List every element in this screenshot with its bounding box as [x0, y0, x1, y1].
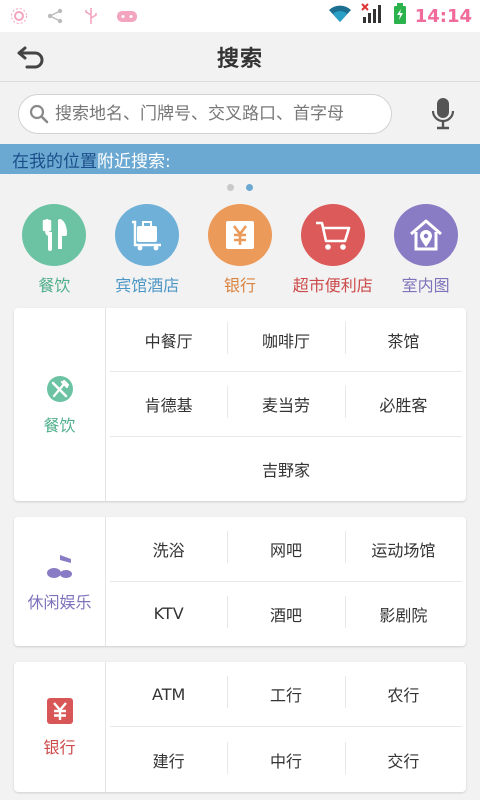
grid-row: ATM 工行 农行	[110, 662, 462, 727]
section-bank: 银行 ATM 工行 农行 建行 中行 交行	[14, 662, 466, 792]
voice-search-button[interactable]	[428, 96, 458, 132]
page-dot[interactable]	[227, 184, 234, 191]
nearby-search-bar: 在我的位置 附近搜索:	[0, 144, 480, 174]
section-header: 银行	[14, 662, 106, 792]
grid-item[interactable]: 咖啡厅	[227, 321, 344, 354]
section-header: 休闲娱乐	[14, 517, 106, 646]
category-label: 餐饮	[38, 276, 71, 295]
section-grid: ATM 工行 农行 建行 中行 交行	[106, 662, 466, 792]
search-input[interactable]	[55, 104, 391, 124]
my-location-link[interactable]: 在我的位置	[12, 147, 97, 172]
page-dot-active[interactable]	[246, 184, 253, 191]
category-dining[interactable]: 餐饮	[8, 204, 101, 296]
grid-row: 肯德基 麦当劳 必胜客	[110, 372, 462, 437]
game-icon	[116, 5, 138, 27]
section-label: 餐饮	[43, 415, 76, 435]
category-supermarket[interactable]: 超市便利店	[286, 204, 379, 296]
category-label: 银行	[223, 276, 256, 295]
category-label: 超市便利店	[292, 276, 373, 295]
back-button[interactable]	[14, 42, 50, 72]
share-icon	[44, 5, 66, 27]
grid-item[interactable]: 中行	[227, 741, 344, 774]
section-grid: 洗浴 网吧 运动场馆 KTV 酒吧 影剧院	[106, 517, 466, 646]
section-leisure: 休闲娱乐 洗浴 网吧 运动场馆 KTV 酒吧 影剧院	[14, 517, 466, 646]
grid-item[interactable]: 工行	[227, 676, 344, 708]
wifi-icon	[327, 4, 353, 28]
sun-icon	[8, 5, 30, 27]
category-bank[interactable]: 银行	[194, 204, 287, 296]
back-arrow-icon	[17, 46, 44, 69]
battery-icon	[393, 3, 407, 29]
grid-row: 建行 中行 交行	[110, 727, 462, 792]
search-icon	[29, 104, 49, 124]
grid-item[interactable]: 网吧	[227, 530, 344, 563]
status-bar: 14:14	[0, 0, 480, 32]
fork-knife-icon	[22, 204, 87, 266]
music-note-icon	[46, 554, 72, 578]
page-title: 搜索	[216, 46, 263, 72]
grid-item[interactable]: 农行	[344, 676, 462, 708]
section-header: 餐饮	[14, 308, 106, 501]
yen-icon	[46, 698, 73, 724]
category-hotel[interactable]: 宾馆酒店	[101, 204, 194, 296]
grid-item[interactable]: 运动场馆	[344, 530, 462, 563]
shopping-cart-icon	[300, 204, 365, 266]
section-label: 休闲娱乐	[27, 592, 92, 612]
grid-item[interactable]: 必胜客	[344, 386, 462, 419]
grid-item[interactable]: 酒吧	[227, 595, 344, 628]
search-box[interactable]	[18, 94, 392, 134]
category-row: 餐饮 宾馆酒店 银行 超市便利店 室内图	[8, 204, 472, 296]
grid-row: 洗浴 网吧 运动场馆	[110, 517, 462, 582]
signal-icon	[360, 3, 385, 29]
clock: 14:14	[414, 5, 472, 27]
category-indoor-map[interactable]: 室内图	[379, 204, 472, 296]
search-row	[0, 82, 480, 144]
grid-item[interactable]: 中餐厅	[110, 328, 227, 352]
section-grid: 中餐厅 咖啡厅 茶馆 肯德基 麦当劳 必胜客 吉野家	[106, 308, 466, 501]
grid-item[interactable]: KTV	[110, 604, 227, 623]
grid-item[interactable]: 建行	[110, 748, 227, 772]
grid-row: KTV 酒吧 影剧院	[110, 582, 462, 647]
grid-item[interactable]: 吉野家	[227, 457, 344, 481]
category-label: 室内图	[401, 276, 450, 295]
fork-knife-icon	[46, 375, 73, 402]
grid-item[interactable]: 洗浴	[110, 537, 227, 561]
grid-row: 吉野家	[110, 437, 462, 501]
indoor-map-icon	[393, 204, 458, 266]
grid-item[interactable]: 影剧院	[344, 595, 462, 628]
grid-item[interactable]: 茶馆	[344, 321, 462, 354]
nearby-search-label: 附近搜索:	[97, 151, 171, 172]
header: 搜索	[0, 32, 480, 82]
section-dining: 餐饮 中餐厅 咖啡厅 茶馆 肯德基 麦当劳 必胜客 吉野家	[14, 308, 466, 501]
grid-item[interactable]: 麦当劳	[227, 386, 344, 419]
grid-row: 中餐厅 咖啡厅 茶馆	[110, 308, 462, 373]
microphone-icon	[431, 98, 455, 130]
yen-icon	[207, 204, 272, 266]
luggage-cart-icon	[115, 204, 180, 266]
section-label: 银行	[43, 738, 76, 757]
category-label: 宾馆酒店	[115, 276, 180, 295]
page-indicator	[0, 184, 480, 194]
grid-item[interactable]: 肯德基	[110, 392, 227, 416]
grid-item[interactable]: ATM	[110, 685, 227, 704]
grid-item[interactable]: 交行	[344, 741, 462, 774]
usb-icon	[80, 5, 102, 27]
